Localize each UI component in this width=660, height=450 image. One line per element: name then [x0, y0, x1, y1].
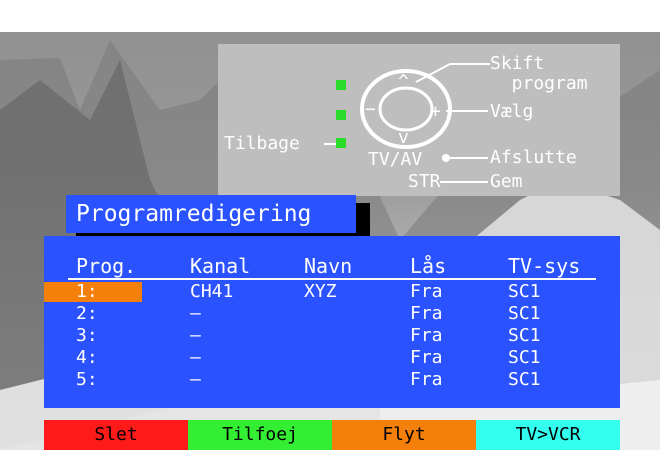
header-divider [68, 278, 596, 280]
table-row-5[interactable]: 5: – Fra SC1 [44, 370, 620, 390]
cell-kanal: – [190, 369, 201, 390]
cell-prog: 1: [76, 281, 98, 302]
cell-tvsys: SC1 [508, 303, 541, 324]
menu-title: Programredigering [66, 195, 356, 233]
back-label: Tilbage [224, 133, 300, 154]
header-navn: Navn [304, 254, 353, 278]
header-prog: Prog. [76, 254, 137, 278]
select-label: Vælg [490, 101, 534, 122]
plus-icon: + [430, 101, 441, 122]
cell-laas: Fra [410, 325, 443, 346]
table-row-4[interactable]: 4: – Fra SC1 [44, 348, 620, 368]
cell-kanal: – [190, 325, 201, 346]
dpad-center [378, 86, 434, 132]
tvav-dot [442, 154, 450, 162]
header-laas: Lås [410, 254, 447, 278]
cell-tvsys: SC1 [508, 369, 541, 390]
cell-tvsys: SC1 [508, 325, 541, 346]
up-arrow-icon: ^ [398, 71, 409, 92]
cell-prog: 2: [76, 303, 98, 324]
table-row-2[interactable]: 2: – Fra SC1 [44, 304, 620, 324]
green-indicator-2 [336, 110, 346, 120]
tv-screen: ^ v − + Skift program Vælg Tilbage TV/AV… [0, 0, 660, 450]
minus-icon: − [365, 99, 376, 120]
green-indicator-3 [336, 138, 346, 148]
cell-kanal: – [190, 347, 201, 368]
green-indicator-1 [336, 80, 346, 90]
cell-laas: Fra [410, 303, 443, 324]
cell-navn: XYZ [304, 281, 337, 302]
delete-button[interactable]: Slet [44, 420, 188, 450]
str-label: STR [408, 171, 441, 192]
cell-laas: Fra [410, 347, 443, 368]
cell-prog: 5: [76, 369, 98, 390]
cell-tvsys: SC1 [508, 347, 541, 368]
cell-prog: 4: [76, 347, 98, 368]
down-arrow-icon: v [398, 127, 409, 148]
table-row-3[interactable]: 3: – Fra SC1 [44, 326, 620, 346]
change-program-label: Skift program [490, 53, 588, 94]
add-button[interactable]: Tilfoej [188, 420, 332, 450]
header-tvsys: TV-sys [508, 254, 581, 278]
table-header: Prog. Kanal Navn Lås TV-sys [44, 254, 620, 278]
move-button[interactable]: Flyt [332, 420, 476, 450]
cell-kanal: CH41 [190, 281, 234, 302]
program-table: Prog. Kanal Navn Lås TV-sys 1: CH41 XYZ … [44, 236, 620, 408]
table-row-1[interactable]: 1: CH41 XYZ Fra SC1 [44, 282, 620, 302]
cell-laas: Fra [410, 281, 443, 302]
cell-tvsys: SC1 [508, 281, 541, 302]
save-label: Gem [490, 171, 523, 192]
cell-kanal: – [190, 303, 201, 324]
tv-vcr-button[interactable]: TV>VCR [476, 420, 620, 450]
cell-prog: 3: [76, 325, 98, 346]
tv-av-label: TV/AV [368, 149, 423, 170]
exit-label: Afslutte [490, 147, 577, 168]
cell-laas: Fra [410, 369, 443, 390]
help-panel: ^ v − + Skift program Vælg Tilbage TV/AV… [218, 44, 620, 196]
header-kanal: Kanal [190, 254, 251, 278]
